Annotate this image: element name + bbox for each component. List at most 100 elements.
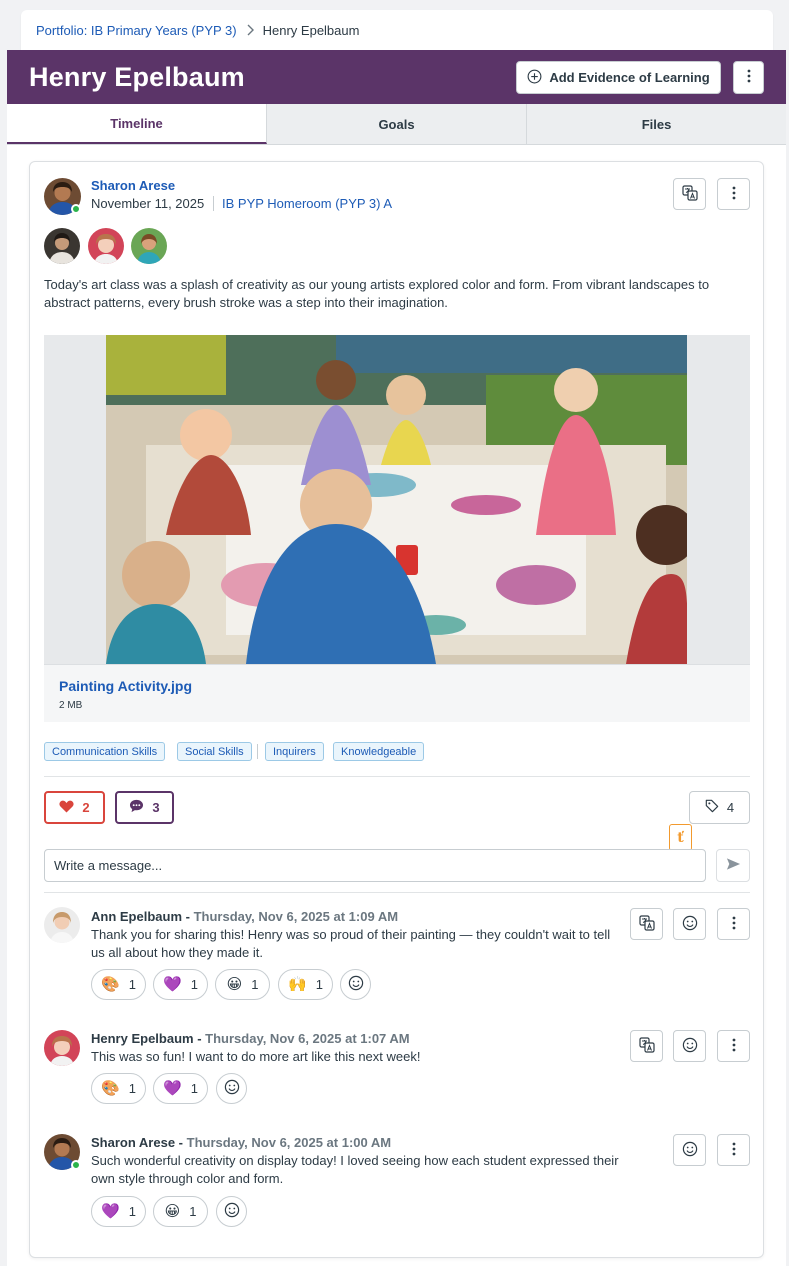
- post-author-name[interactable]: Sharon Arese: [91, 178, 175, 193]
- post-image[interactable]: [106, 335, 687, 664]
- post-more-button[interactable]: [717, 178, 750, 210]
- reaction-count: 1: [128, 977, 136, 992]
- breadcrumb-portfolio-link[interactable]: Portfolio: IB Primary Years (PYP 3): [36, 23, 237, 38]
- like-count: 2: [82, 800, 90, 815]
- reaction-count: 1: [128, 1204, 136, 1219]
- reaction-palette[interactable]: 🎨 1: [91, 969, 146, 1000]
- divider: [44, 892, 750, 893]
- more-vertical-icon: [747, 69, 751, 86]
- reaction-grinning-face[interactable]: 😀 1: [215, 969, 270, 1000]
- avatar[interactable]: [44, 1030, 80, 1066]
- comment-author-name[interactable]: Sharon Arese: [91, 1135, 175, 1150]
- tag-inquirers[interactable]: Inquirers: [265, 742, 324, 761]
- add-evidence-label: Add Evidence of Learning: [549, 70, 710, 85]
- comment-author-name[interactable]: Henry Epelbaum: [91, 1031, 194, 1046]
- comment-more-button[interactable]: [717, 1134, 750, 1166]
- reaction-count: 1: [128, 1081, 136, 1096]
- more-vertical-icon: [732, 916, 736, 933]
- reaction-grinning-face[interactable]: 😀 1: [153, 1196, 208, 1227]
- reaction-count: 1: [315, 977, 323, 992]
- tag-count: 4: [726, 800, 735, 815]
- palette-icon: 🎨: [101, 1079, 120, 1097]
- tag-communication-skills[interactable]: Communication Skills: [44, 742, 166, 761]
- more-vertical-icon: [732, 186, 736, 203]
- post-image-container: [44, 335, 750, 664]
- reaction-palette[interactable]: 🎨 1: [91, 1073, 146, 1104]
- add-evidence-button[interactable]: Add Evidence of Learning: [516, 61, 721, 94]
- palette-icon: 🎨: [101, 975, 120, 993]
- send-icon: [726, 857, 741, 874]
- purple-heart-icon: 💜: [101, 1202, 120, 1220]
- chevron-right-icon: [246, 24, 254, 36]
- comment-author-line: Henry Epelbaum - Thursday, Nov 6, 2025 a…: [91, 1031, 410, 1046]
- reaction-count: 1: [251, 977, 259, 992]
- post-class-link[interactable]: IB PYP Homeroom (PYP 3) A: [213, 196, 392, 211]
- comment-text: Thank you for sharing this! Henry was so…: [91, 927, 611, 960]
- breadcrumb: Portfolio: IB Primary Years (PYP 3) Henr…: [21, 10, 773, 50]
- tab-bar: Timeline Goals Files: [7, 104, 786, 145]
- purple-heart-icon: 💜: [163, 975, 182, 993]
- tagged-student-avatar[interactable]: [131, 228, 167, 264]
- add-reaction-button[interactable]: [216, 1196, 247, 1227]
- smiley-icon: [224, 1202, 240, 1221]
- translate-icon: [681, 184, 698, 204]
- translate-button[interactable]: [673, 178, 706, 210]
- like-button[interactable]: 2: [44, 791, 105, 824]
- reaction-count: 1: [190, 1081, 198, 1096]
- add-reaction-button[interactable]: [673, 1030, 706, 1062]
- comment-author-name[interactable]: Ann Epelbaum: [91, 909, 182, 924]
- smiley-icon: [224, 1079, 240, 1098]
- tab-timeline[interactable]: Timeline: [7, 104, 267, 144]
- send-button[interactable]: [716, 849, 750, 882]
- reaction-purple-heart[interactable]: 💜 1: [153, 1073, 208, 1104]
- assistant-badge-icon[interactable]: ť: [669, 824, 692, 851]
- more-vertical-icon: [732, 1142, 736, 1159]
- tag-social-skills[interactable]: Social Skills: [177, 742, 252, 761]
- plus-circle-icon: [527, 69, 542, 87]
- divider: [44, 776, 750, 777]
- tag-knowledgeable[interactable]: Knowledgeable: [333, 742, 425, 761]
- header-more-button[interactable]: [733, 61, 764, 94]
- comment-author-line: Sharon Arese - Thursday, Nov 6, 2025 at …: [91, 1135, 392, 1150]
- tagged-student-avatar[interactable]: [44, 228, 80, 264]
- page-header: Henry Epelbaum Add Evidence of Learning: [7, 50, 786, 104]
- tagged-student-avatar[interactable]: [88, 228, 124, 264]
- message-input[interactable]: [44, 849, 706, 882]
- avatar[interactable]: [44, 907, 80, 943]
- online-status-dot: [71, 204, 81, 214]
- add-reaction-button[interactable]: [673, 1134, 706, 1166]
- attachment-file-size: 2 MB: [59, 700, 83, 711]
- translate-button[interactable]: [630, 1030, 663, 1062]
- tag-divider: [257, 744, 258, 759]
- add-reaction-button[interactable]: [340, 969, 371, 1000]
- add-reaction-button[interactable]: [216, 1073, 247, 1104]
- comment-text: Such wonderful creativity on display tod…: [91, 1153, 619, 1186]
- translate-button[interactable]: [630, 908, 663, 940]
- comment-timestamp: Thursday, Nov 6, 2025 at 1:00 AM: [186, 1135, 392, 1150]
- smiley-icon: [682, 1141, 698, 1160]
- add-reaction-button[interactable]: [673, 908, 706, 940]
- page-title: Henry Epelbaum: [29, 61, 245, 92]
- reaction-count: 1: [189, 1204, 197, 1219]
- grinning-face-icon: 😀: [164, 1202, 181, 1220]
- comment-more-button[interactable]: [717, 1030, 750, 1062]
- comments-button[interactable]: 3: [115, 791, 174, 824]
- more-vertical-icon: [732, 1038, 736, 1055]
- tags-button[interactable]: 4: [689, 791, 750, 824]
- tag-icon: [705, 799, 719, 816]
- attachment-file-link[interactable]: Painting Activity.jpg: [59, 678, 192, 694]
- reaction-purple-heart[interactable]: 💜 1: [153, 969, 208, 1000]
- tab-files[interactable]: Files: [527, 104, 786, 144]
- grinning-face-icon: 😀: [226, 975, 243, 993]
- post-body-text: Today's art class was a splash of creati…: [44, 277, 710, 310]
- comment-author-line: Ann Epelbaum - Thursday, Nov 6, 2025 at …: [91, 909, 399, 924]
- reaction-raising-hands[interactable]: 🙌 1: [278, 969, 333, 1000]
- reaction-purple-heart[interactable]: 💜 1: [91, 1196, 146, 1227]
- tab-goals[interactable]: Goals: [267, 104, 527, 144]
- breadcrumb-current: Henry Epelbaum: [262, 22, 360, 38]
- smiley-icon: [348, 975, 364, 994]
- comment-more-button[interactable]: [717, 908, 750, 940]
- comment-timestamp: Thursday, Nov 6, 2025 at 1:09 AM: [193, 909, 399, 924]
- post-date: November 11, 2025: [91, 196, 205, 211]
- post-card: Sharon Arese November 11, 2025 IB PYP Ho…: [29, 161, 764, 1258]
